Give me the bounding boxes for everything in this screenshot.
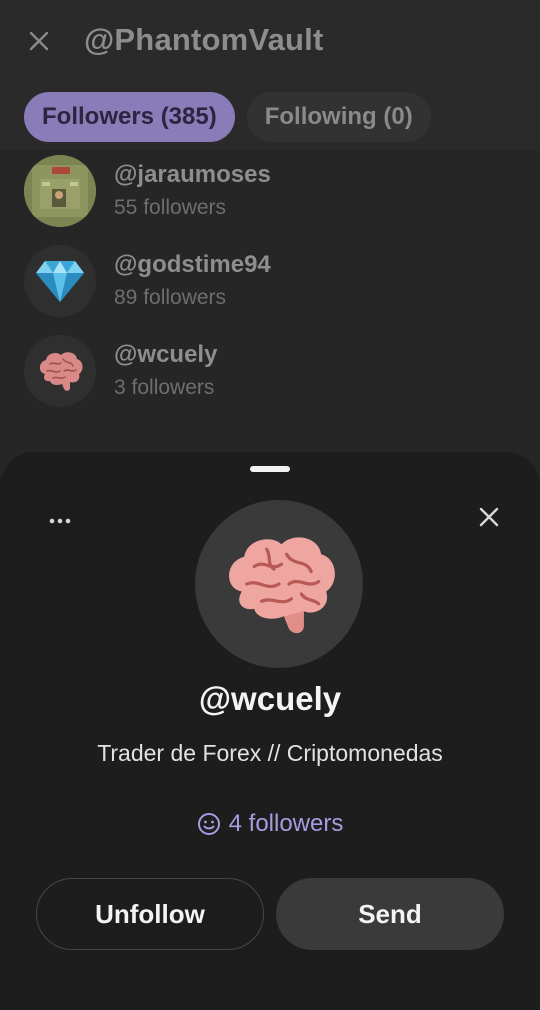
send-button[interactable]: Send [276,878,504,950]
user-handle: @jaraumoses [114,161,271,188]
top-bar: @PhantomVault [0,0,540,86]
unfollow-button[interactable]: Unfollow [36,878,264,950]
profile-sheet: @wcuely Trader de Forex // Criptomonedas… [0,452,540,1010]
close-icon [29,31,49,51]
smiley-icon [197,813,220,835]
user-followers-count: 55 followers [114,196,227,219]
close-icon [479,507,499,527]
tab-followers[interactable]: Followers (385) [24,92,235,142]
close-button[interactable] [22,24,56,58]
page-title: @PhantomVault [84,22,324,57]
user-handle: @wcuely [114,341,218,368]
photo-avatar-icon [24,155,96,227]
avatar [24,155,96,227]
profile-avatar [195,500,363,668]
user-followers-count: 3 followers [114,376,215,399]
more-options-button[interactable] [42,506,78,536]
user-followers-count: 89 followers [114,286,227,309]
user-text: @godstime94 89 followers [114,250,271,312]
sheet-drag-handle[interactable] [250,466,290,472]
followers-list: @jaraumoses 55 followers @godstime94 89 … [0,150,540,480]
diamond-icon [36,261,84,302]
profile-bio: Trader de Forex // Criptomonedas [97,740,443,766]
brain-icon [39,352,83,391]
followers-count-link[interactable]: 4 followers [0,810,540,838]
avatar [24,335,96,407]
user-text: @wcuely 3 followers [114,340,217,402]
list-item[interactable]: @wcuely 3 followers [24,334,514,408]
user-text: @jaraumoses 55 followers [114,160,271,222]
close-sheet-button[interactable] [470,498,508,536]
followers-count-label: 4 followers [228,810,344,837]
brain-icon [229,537,335,634]
avatar [24,245,96,317]
more-dots-icon [49,518,71,524]
tab-following[interactable]: Following (0) [246,92,431,142]
user-handle: @godstime94 [114,251,271,278]
list-item[interactable]: @jaraumoses 55 followers [24,154,514,228]
list-item[interactable]: @godstime94 89 followers [24,244,514,318]
tab-bar: Followers (385) Following (0) [24,92,431,142]
profile-handle: @wcuely [198,680,342,717]
